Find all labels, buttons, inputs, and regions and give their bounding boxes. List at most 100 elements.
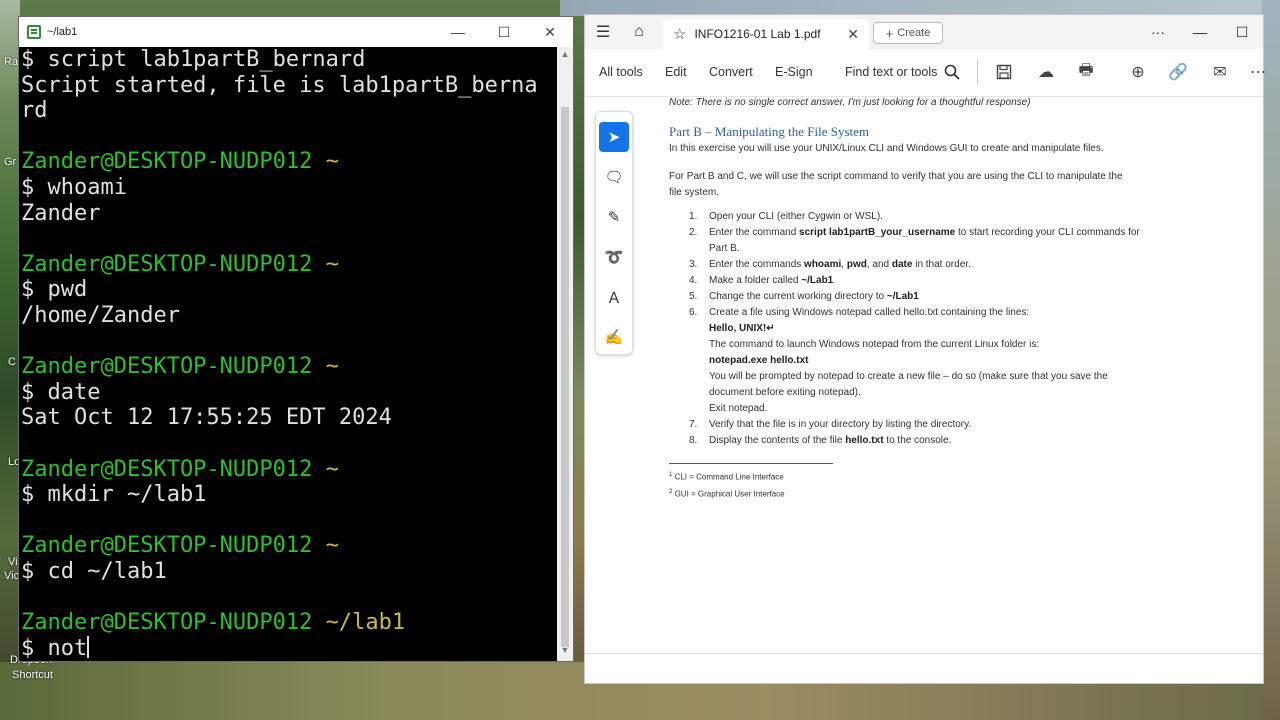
- desktop-label[interactable]: Ra: [4, 56, 18, 68]
- terminal-output-line: Zander: [21, 200, 101, 226]
- list-item: 1. Open your CLI (either Cygwin or WSL).: [689, 211, 883, 222]
- terminal-input-line[interactable]: $ not: [21, 635, 559, 661]
- text-cursor: [87, 635, 90, 658]
- terminal-prompt-line: Zander@DESKTOP-NUDP012 ~: [21, 457, 559, 483]
- prompt-user-host: Zander@DESKTOP-NUDP012: [21, 456, 313, 482]
- list-item: 5. Change the current working directory t…: [689, 291, 919, 302]
- footnote: 1 CLI = Command Line Interface: [669, 472, 784, 482]
- terminal-output-line: Sat Oct 12 17:55:25 EDT 2024: [21, 405, 392, 431]
- tab-title: INFO1216-01 Lab 1.pdf: [694, 27, 821, 41]
- maximize-button[interactable]: ☐: [481, 17, 527, 47]
- steps-list: 1. Open your CLI (either Cygwin or WSL). …: [669, 209, 1199, 449]
- prompt-path: ~: [312, 149, 339, 175]
- terminal-prompt-line: Zander@DESKTOP-NUDP012 ~: [21, 149, 559, 175]
- terminal-prompt-line: Zander@DESKTOP-NUDP012 ~: [21, 252, 559, 278]
- maximize-button[interactable]: ☐: [1221, 24, 1263, 41]
- all-tools-menu[interactable]: All tools: [599, 65, 643, 79]
- mail-icon[interactable]: ✉: [1209, 61, 1231, 83]
- prompt-user-host: Zander@DESKTOP-NUDP012: [21, 610, 313, 636]
- sign-icon[interactable]: ✍: [599, 322, 629, 352]
- add-comment-icon[interactable]: 🗨: [599, 162, 629, 192]
- list-item: 7. Verify that the file is in your direct…: [689, 419, 972, 430]
- footnote: 2 GUI = Graphical User Interface: [669, 488, 785, 499]
- edit-menu[interactable]: Edit: [665, 65, 687, 79]
- prompt-user-host: Zander@DESKTOP-NUDP012: [21, 149, 313, 175]
- terminal-output-line: /home/Zander: [21, 302, 180, 328]
- select-cursor-icon[interactable]: ➤: [599, 122, 629, 152]
- terminal-command-line: $ cd ~/lab1: [21, 558, 167, 584]
- terminal-command-line: $ mkdir ~/lab1: [21, 482, 207, 508]
- tab-document[interactable]: ☆ INFO1216-01 Lab 1.pdf ✕: [663, 19, 869, 49]
- plus-icon: +: [885, 25, 894, 41]
- section-heading: Part B – Manipulating the File System: [669, 124, 870, 139]
- create-button-label: Create: [897, 27, 931, 39]
- list-item: 4. Make a folder called ~/Lab1: [689, 275, 834, 286]
- close-button[interactable]: ✕: [527, 17, 573, 47]
- search-icon[interactable]: [941, 61, 963, 83]
- list-item: 6. Create a file using Windows notepad ca…: [689, 307, 1030, 318]
- desktop-background-right: [1262, 0, 1280, 720]
- share-user-icon[interactable]: ⊕: [1127, 61, 1149, 83]
- more-options-icon[interactable]: ···: [1137, 24, 1179, 40]
- prompt-path: ~: [312, 456, 339, 482]
- create-button[interactable]: + Create: [873, 22, 943, 44]
- terminal-titlebar[interactable]: ~/lab1 — ☐ ✕: [19, 17, 573, 47]
- desktop-label[interactable]: Vi: [8, 556, 18, 568]
- toolbar-divider: [977, 59, 978, 85]
- terminal-app-icon: [27, 25, 41, 39]
- terminal-output-line: rd: [21, 98, 48, 124]
- prompt-path: ~: [312, 354, 339, 380]
- convert-menu[interactable]: Convert: [709, 65, 753, 79]
- add-text-icon[interactable]: Ａ: [599, 282, 629, 312]
- terminal-input-text[interactable]: $ not: [21, 636, 87, 661]
- terminal-output-line: Script started, file is lab1partB_berna: [21, 72, 538, 98]
- terminal-prompt-line: Zander@DESKTOP-NUDP012 ~/lab1: [21, 610, 559, 636]
- prompt-path: ~/lab1: [312, 610, 406, 636]
- desktop-label[interactable]: Vic: [4, 570, 19, 582]
- list-item: 2. Enter the command script lab1partB_you…: [689, 227, 1140, 238]
- terminal-command-line: $ date: [21, 379, 101, 405]
- scroll-down-icon[interactable]: ▼: [557, 645, 573, 659]
- find-text-tools[interactable]: Find text or tools: [845, 65, 937, 79]
- quick-tools-panel: ➤ 🗨 ✎ ➰ Ａ ✍: [595, 111, 633, 355]
- minimize-button[interactable]: —: [1179, 24, 1221, 40]
- minimize-button[interactable]: —: [435, 17, 481, 47]
- star-icon[interactable]: ☆: [673, 25, 686, 43]
- print-icon[interactable]: 🖶: [1075, 61, 1097, 83]
- desktop-label[interactable]: C: [8, 356, 16, 368]
- pdf-toolbar: All tools Edit Convert E-Sign Find text …: [585, 49, 1266, 97]
- link-icon[interactable]: 🔗: [1167, 61, 1189, 83]
- scroll-up-icon[interactable]: ▲: [557, 49, 573, 63]
- home-icon[interactable]: ⌂: [621, 15, 657, 49]
- list-item: 3. Enter the commands whoami, pwd, and da…: [689, 259, 971, 270]
- terminal-prompt-line: Zander@DESKTOP-NUDP012 ~: [21, 533, 559, 559]
- menu-icon[interactable]: ☰: [585, 15, 621, 49]
- terminal-command-line: $ script lab1partB_bernard: [21, 47, 366, 72]
- close-tab-icon[interactable]: ✕: [847, 26, 859, 43]
- terminal-title: ~/lab1: [47, 26, 78, 38]
- terminal-window[interactable]: ~/lab1 — ☐ ✕ $ script lab1partB_bernard S…: [18, 16, 574, 662]
- terminal-command-line: $ whoami: [21, 174, 127, 200]
- esign-menu[interactable]: E-Sign: [775, 65, 813, 79]
- list-item: 8. Display the contents of the file hello…: [689, 435, 952, 446]
- highlight-pen-icon[interactable]: ✎: [599, 202, 629, 232]
- desktop-label[interactable]: Gr: [4, 156, 16, 168]
- terminal-output[interactable]: $ script lab1partB_bernard Script started…: [19, 47, 559, 661]
- pdf-bottom-bar: [585, 653, 1263, 683]
- draw-freehand-icon[interactable]: ➰: [599, 242, 629, 272]
- cloud-upload-icon[interactable]: ☁: [1035, 61, 1057, 83]
- prompt-path: ~: [312, 533, 339, 559]
- prompt-path: ~: [312, 251, 339, 277]
- terminal-scrollbar[interactable]: ▲ ▼: [557, 47, 573, 661]
- more-tools-icon[interactable]: ⋯: [1247, 61, 1269, 83]
- save-icon[interactable]: [993, 61, 1015, 83]
- footnote-divider: [669, 463, 833, 464]
- pdf-viewer-window[interactable]: ☰ ⌂ ☆ INFO1216-01 Lab 1.pdf ✕ + Create ·…: [584, 14, 1266, 684]
- scrollbar-thumb[interactable]: [561, 107, 569, 647]
- prompt-user-host: Zander@DESKTOP-NUDP012: [21, 251, 313, 277]
- desktop-shortcut-label[interactable]: Shortcut: [12, 669, 53, 681]
